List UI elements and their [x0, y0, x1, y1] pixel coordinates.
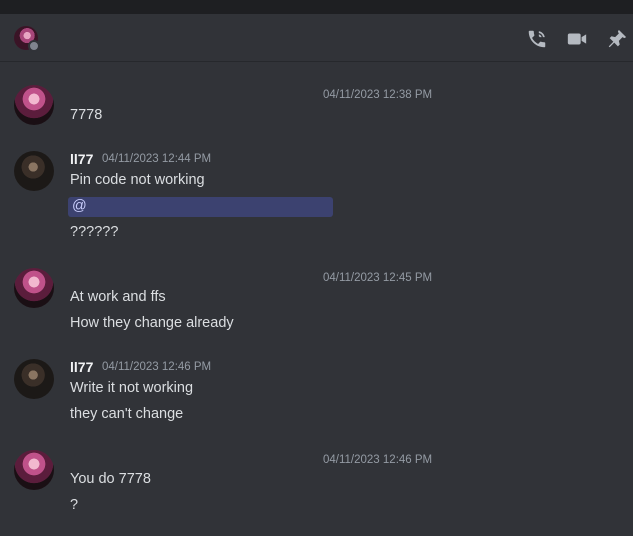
mention-text[interactable]: @ — [72, 198, 87, 214]
message-text: they can't change — [70, 406, 184, 422]
message-text: Pin code not working — [70, 172, 205, 188]
pinned-messages-icon[interactable] — [606, 28, 628, 50]
message-group: 04/11/2023 12:46 PM You do 7778 ? — [0, 448, 633, 522]
message-timestamp: 04/11/2023 12:45 PM — [323, 272, 433, 284]
message-text: How they change already — [70, 315, 234, 331]
username[interactable]: ll77 — [70, 359, 93, 375]
dm-channel: 04/11/2023 12:38 PM 7778 ll77 04/11/2023… — [0, 0, 633, 536]
message-group: 04/11/2023 12:45 PM At work and ffs How … — [0, 266, 633, 340]
message-text: 7778 — [70, 107, 103, 123]
start-video-call-icon[interactable] — [566, 28, 588, 50]
user-avatar[interactable] — [14, 359, 54, 399]
phone-call-icon — [528, 30, 546, 48]
user-avatar[interactable] — [14, 151, 54, 191]
pin-icon — [608, 29, 627, 48]
message-group: ll77 04/11/2023 12:44 PM Pin code not wo… — [0, 149, 633, 249]
offline-status-icon — [28, 40, 40, 52]
message-text: You do 7778 — [70, 471, 151, 487]
channel-header — [0, 14, 633, 62]
window-top-strip — [0, 0, 633, 14]
recipient-avatar[interactable] — [14, 26, 40, 52]
message-group: ll77 04/11/2023 12:46 PM Write it not wo… — [0, 357, 633, 431]
user-avatar[interactable] — [14, 85, 54, 125]
message-text: ?????? — [70, 224, 119, 240]
mention-highlight[interactable]: @ — [68, 197, 333, 217]
message-text: At work and ffs — [70, 289, 166, 305]
user-avatar[interactable] — [14, 268, 54, 308]
video-camera-icon — [567, 33, 587, 45]
message-timestamp: 04/11/2023 12:46 PM — [323, 454, 433, 466]
user-avatar[interactable] — [14, 450, 54, 490]
message-group: 04/11/2023 12:38 PM 7778 — [0, 83, 633, 133]
message-timestamp: 04/11/2023 12:46 PM — [102, 361, 212, 373]
message-text: ? — [70, 497, 79, 513]
message-timestamp: 04/11/2023 12:44 PM — [102, 153, 212, 165]
message-timestamp: 04/11/2023 12:38 PM — [323, 89, 433, 101]
username[interactable]: ll77 — [70, 151, 93, 167]
message-text: Write it not working — [70, 380, 194, 396]
start-voice-call-icon[interactable] — [526, 28, 548, 50]
message-list: 04/11/2023 12:38 PM 7778 ll77 04/11/2023… — [0, 63, 633, 536]
